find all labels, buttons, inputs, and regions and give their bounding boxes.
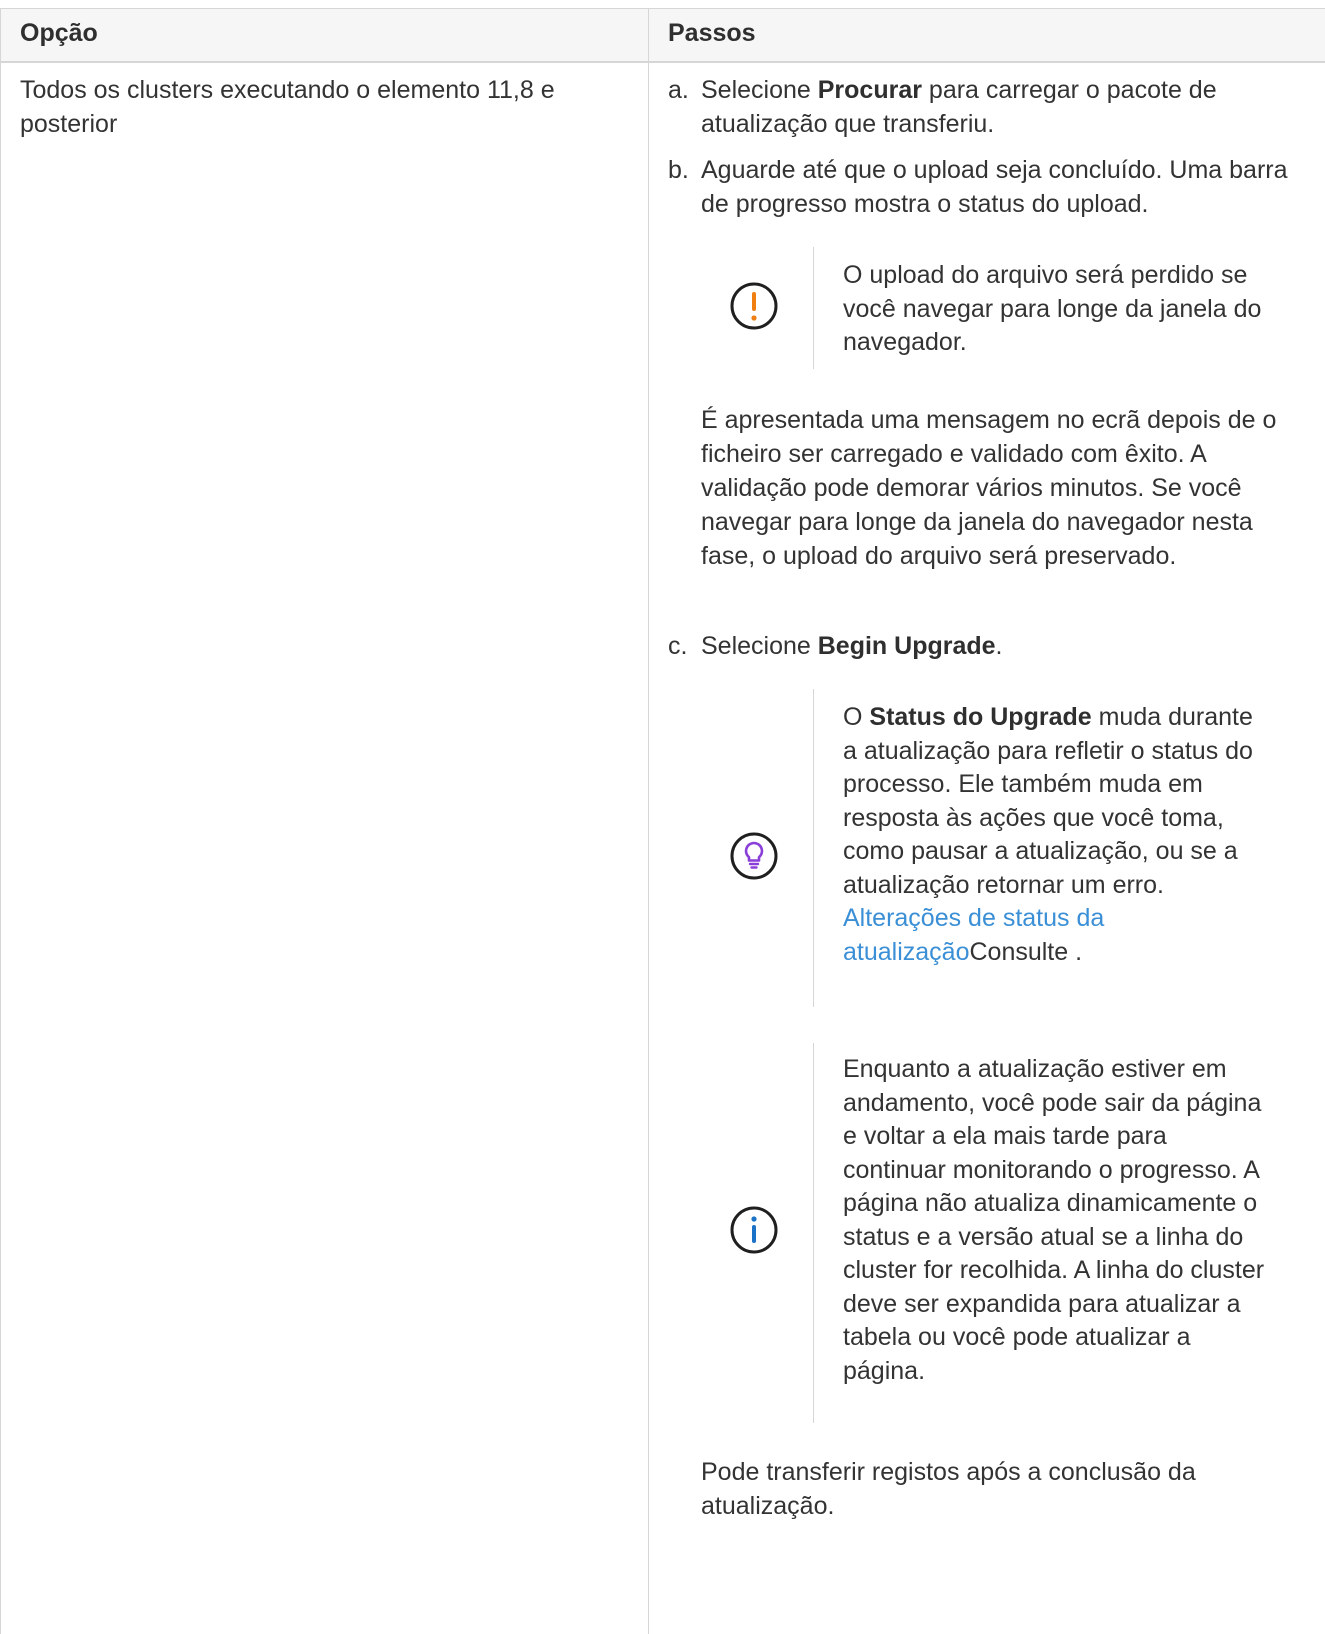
table-header-row: Opção Passos — [0, 9, 1325, 63]
steps-table: Opção Passos Todos os clusters executand… — [0, 8, 1325, 1634]
warning-icon — [730, 282, 778, 330]
header-steps: Passos — [668, 19, 756, 47]
warning-note-bar — [813, 247, 814, 369]
step-c-letter: c. — [668, 632, 688, 660]
info-note-text: Enquanto a atualização estiver em andame… — [843, 1055, 1265, 1385]
tip-note-bar — [813, 689, 814, 1007]
step-b-after-text: É apresentada uma mensagem no ecrã depoi… — [701, 406, 1277, 570]
step-b-text: Aguarde até que o upload seja concluído.… — [701, 156, 1288, 218]
step-c-final-text: Pode transferir registos após a conclusã… — [701, 1458, 1196, 1520]
procurar-label: Procurar — [817, 76, 922, 104]
begin-upgrade-label: Begin Upgrade — [817, 632, 996, 660]
tip-note-text: O Status do Upgrade muda durante a atual… — [843, 703, 1253, 966]
step-a-text: Selecione Procurar para carregar o pacot… — [701, 76, 1217, 138]
option-cell: Todos os clusters executando o elemento … — [20, 76, 555, 138]
step-b-letter: b. — [668, 156, 689, 184]
lightbulb-icon — [730, 832, 778, 880]
step-c-text: Selecione Begin Upgrade. — [701, 632, 1003, 660]
table-border-left — [0, 9, 1, 1634]
info-note-bar — [813, 1043, 814, 1423]
step-a-letter: a. — [668, 76, 689, 104]
info-icon — [730, 1206, 778, 1254]
column-divider — [648, 9, 649, 1634]
status-do-upgrade-label: Status do Upgrade — [869, 703, 1092, 731]
header-option: Opção — [20, 19, 98, 47]
warning-note-text: O upload do arquivo será perdido se você… — [843, 261, 1262, 356]
